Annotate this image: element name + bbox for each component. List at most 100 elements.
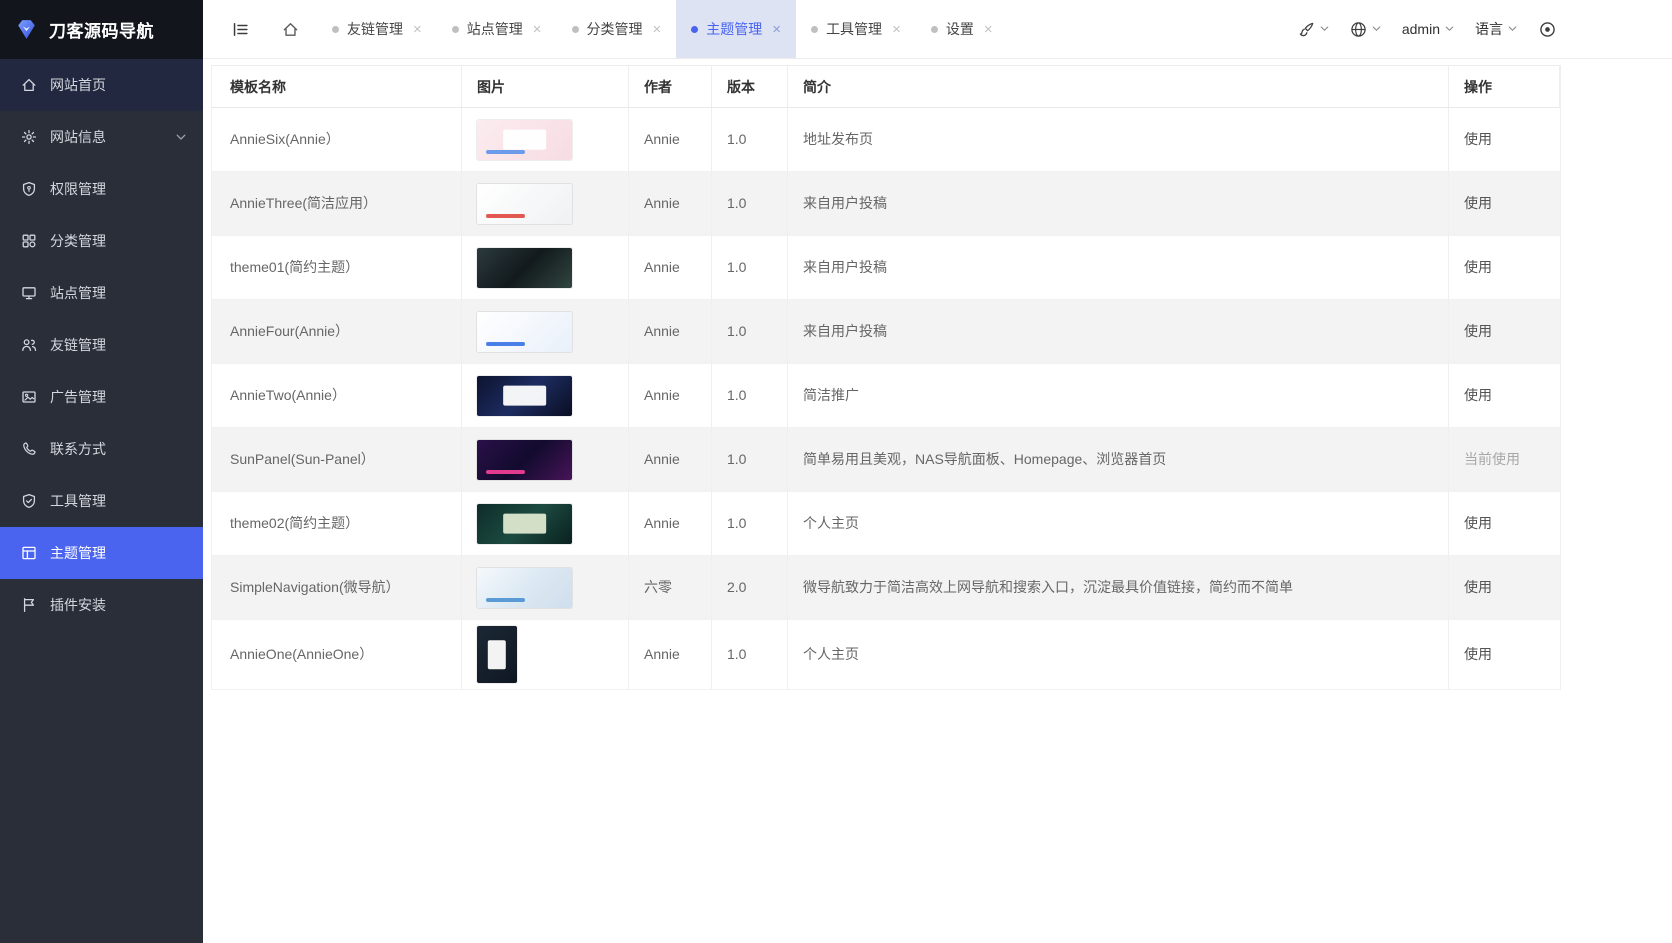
sidebar-item-friend-links[interactable]: 友链管理 xyxy=(0,319,203,371)
sidebar-item-home[interactable]: 网站首页 xyxy=(0,59,203,111)
use-button: 当前使用 xyxy=(1464,449,1520,469)
template-name-cell: SimpleNavigation(微导航） xyxy=(212,556,462,619)
use-button[interactable]: 使用 xyxy=(1464,321,1492,341)
globe-dropdown[interactable] xyxy=(1344,21,1387,38)
sidebar-item-label: 友链管理 xyxy=(50,335,106,355)
template-image-cell xyxy=(462,620,629,689)
app-window: 刀客源码导航 网站首页 网站信息 权限管理 xyxy=(0,0,1672,943)
sidebar-item-sites[interactable]: 站点管理 xyxy=(0,267,203,319)
version-cell: 1.0 xyxy=(712,172,788,235)
template-thumbnail[interactable] xyxy=(477,568,572,608)
theme-skin-dropdown[interactable] xyxy=(1292,21,1335,38)
template-name-cell: AnnieTwo(Annie） xyxy=(212,364,462,427)
tab-themes[interactable]: 主题管理 × xyxy=(676,0,796,58)
use-button[interactable]: 使用 xyxy=(1464,513,1492,533)
tab-status-dot xyxy=(691,26,698,33)
tab-close-icon[interactable]: × xyxy=(533,22,542,37)
table-row: SimpleNavigation(微导航） 六零 2.0 微导航致力于简洁高效上… xyxy=(212,556,1560,620)
sidebar-item-label: 分类管理 xyxy=(50,231,106,251)
template-thumbnail[interactable] xyxy=(477,120,572,160)
language-label: 语言 xyxy=(1475,19,1503,39)
sidebar-item-themes[interactable]: 主题管理 xyxy=(0,527,203,579)
template-thumbnail[interactable] xyxy=(477,626,517,683)
table-row: SunPanel(Sun-Panel） Annie 1.0 简单易用且美观，NA… xyxy=(212,428,1560,492)
template-table: 模板名称图片作者版本简介操作 AnnieSix(Annie） Annie 1.0… xyxy=(211,65,1561,690)
home-icon[interactable] xyxy=(275,12,305,46)
author-cell: Annie xyxy=(629,492,712,555)
sidebar-item-ads[interactable]: 广告管理 xyxy=(0,371,203,423)
template-name-cell: SunPanel(Sun-Panel） xyxy=(212,428,462,491)
tab-close-icon[interactable]: × xyxy=(653,22,662,37)
use-button[interactable]: 使用 xyxy=(1464,129,1492,149)
topbar-actions: admin 语言 xyxy=(1292,12,1672,46)
action-cell: 使用 xyxy=(1449,300,1560,363)
tab-status-dot xyxy=(452,26,459,33)
sidebar-item-permissions[interactable]: 权限管理 xyxy=(0,163,203,215)
sidebar: 刀客源码导航 网站首页 网站信息 权限管理 xyxy=(0,0,203,943)
tab-tools[interactable]: 工具管理 × xyxy=(796,0,916,58)
description-cell: 个人主页 xyxy=(788,492,1449,555)
sidebar-item-site-info[interactable]: 网站信息 xyxy=(0,111,203,163)
sidebar-item-label: 网站信息 xyxy=(50,127,106,147)
tab-close-icon[interactable]: × xyxy=(892,22,901,37)
gem-logo-icon xyxy=(13,16,40,43)
use-button[interactable]: 使用 xyxy=(1464,577,1492,597)
tab-friend-links[interactable]: 友链管理 × xyxy=(317,0,437,58)
version-cell: 1.0 xyxy=(712,364,788,427)
action-cell: 使用 xyxy=(1449,172,1560,235)
author-cell: Annie xyxy=(629,236,712,299)
action-cell: 使用 xyxy=(1449,364,1560,427)
table-header: 模板名称图片作者版本简介操作 xyxy=(212,65,1560,108)
table-header-cell: 版本 xyxy=(712,66,788,107)
template-name-cell: AnnieThree(简洁应用） xyxy=(212,172,462,235)
table-row: AnnieThree(简洁应用） Annie 1.0 来自用户投稿 使用 xyxy=(212,172,1560,236)
template-thumbnail[interactable] xyxy=(477,184,572,224)
sidebar-item-plugins[interactable]: 插件安装 xyxy=(0,579,203,631)
gear-icon xyxy=(21,129,37,145)
tab-status-dot xyxy=(572,26,579,33)
sidebar-item-tools[interactable]: 工具管理 xyxy=(0,475,203,527)
use-button[interactable]: 使用 xyxy=(1464,193,1492,213)
action-cell: 使用 xyxy=(1449,556,1560,619)
tab-close-icon[interactable]: × xyxy=(984,22,993,37)
sidebar-nav: 网站首页 网站信息 权限管理 分类管理 xyxy=(0,59,203,943)
sidebar-item-categories[interactable]: 分类管理 xyxy=(0,215,203,267)
users-icon xyxy=(21,337,37,353)
template-image-cell xyxy=(462,236,629,299)
template-thumbnail[interactable] xyxy=(477,440,572,480)
author-cell: Annie xyxy=(629,620,712,689)
chevron-down-icon xyxy=(1320,26,1329,32)
tab-sites[interactable]: 站点管理 × xyxy=(437,0,557,58)
template-name-cell: theme02(简约主题） xyxy=(212,492,462,555)
template-thumbnail[interactable] xyxy=(477,248,572,288)
shield-icon xyxy=(21,181,37,197)
table-row: theme02(简约主题） Annie 1.0 个人主页 使用 xyxy=(212,492,1560,556)
template-thumbnail[interactable] xyxy=(477,312,572,352)
collapse-menu-icon[interactable] xyxy=(225,12,255,46)
language-dropdown[interactable]: 语言 xyxy=(1469,19,1523,39)
chevron-down-icon xyxy=(1508,26,1517,32)
use-button[interactable]: 使用 xyxy=(1464,257,1492,277)
tab-label: 主题管理 xyxy=(706,19,762,39)
user-dropdown[interactable]: admin xyxy=(1396,21,1460,37)
template-name-cell: AnnieSix(Annie） xyxy=(212,108,462,171)
sidebar-item-label: 工具管理 xyxy=(50,491,106,511)
author-cell: Annie xyxy=(629,428,712,491)
table-header-cell: 模板名称 xyxy=(212,66,462,107)
tab-close-icon[interactable]: × xyxy=(772,22,781,37)
sidebar-item-label: 主题管理 xyxy=(50,543,106,563)
use-button[interactable]: 使用 xyxy=(1464,385,1492,405)
help-circle-icon[interactable] xyxy=(1532,12,1562,46)
sidebar-item-contact[interactable]: 联系方式 xyxy=(0,423,203,475)
brand-logo: 刀客源码导航 xyxy=(0,0,203,59)
tab-label: 分类管理 xyxy=(587,19,643,39)
topbar: 友链管理 × 站点管理 × 分类管理 × 主题管理 × xyxy=(203,0,1672,59)
tab-label: 站点管理 xyxy=(467,19,523,39)
tab-categories[interactable]: 分类管理 × xyxy=(557,0,677,58)
template-thumbnail[interactable] xyxy=(477,504,572,544)
template-thumbnail[interactable] xyxy=(477,376,572,416)
tab-close-icon[interactable]: × xyxy=(413,22,422,37)
use-button[interactable]: 使用 xyxy=(1464,644,1492,664)
tab-settings[interactable]: 设置 × xyxy=(916,0,1008,58)
description-cell: 来自用户投稿 xyxy=(788,300,1449,363)
